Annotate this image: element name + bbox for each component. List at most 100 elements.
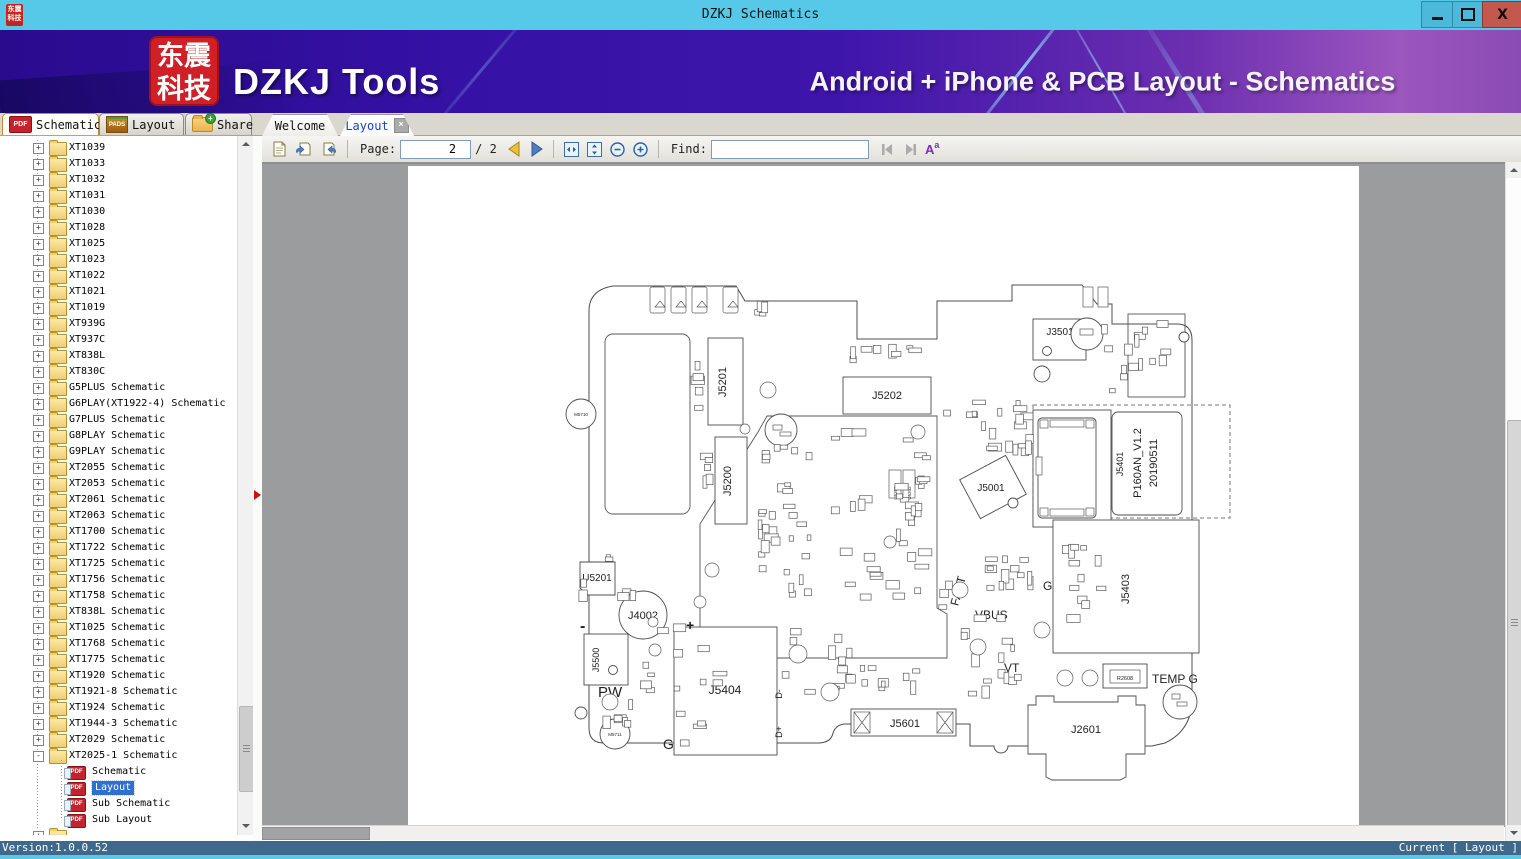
tree-expand-icon[interactable]: + — [33, 319, 44, 330]
tree-folder-row[interactable]: + XT838L Schematic — [0, 604, 237, 620]
tree-folder-label[interactable]: XT2055 Schematic — [69, 461, 165, 475]
tree-folder-row[interactable]: + XT1722 Schematic — [0, 540, 237, 556]
tree-expand-icon[interactable]: + — [33, 223, 44, 234]
tree-folder-row[interactable]: + XT2029 Schematic — [0, 732, 237, 748]
tree-folder-label[interactable]: XT1775 Schematic — [69, 653, 165, 667]
fit-width-button[interactable] — [561, 139, 582, 159]
tree-folder-label[interactable]: XT2061 Schematic — [69, 493, 165, 507]
tree-expand-icon[interactable]: + — [33, 159, 44, 170]
tree-folder-label[interactable]: XT1756 Schematic — [69, 573, 165, 587]
tree-document-label[interactable]: Sub Schematic — [92, 797, 170, 811]
viewer-vscrollbar-thumb[interactable] — [1507, 420, 1521, 826]
tree-expand-icon[interactable]: + — [33, 671, 44, 682]
tree-expand-icon[interactable]: + — [33, 719, 44, 730]
tree-folder-label[interactable]: XT1019 — [69, 301, 105, 315]
find-input[interactable] — [710, 139, 869, 159]
tree-folder-label[interactable]: XT1039 — [69, 141, 105, 155]
viewer-vscrollbar[interactable] — [1505, 162, 1521, 841]
tree-folder-row[interactable]: + XT1019 — [0, 300, 237, 316]
tree-scrollbar[interactable] — [237, 136, 254, 835]
tree-folder-label[interactable]: XT838L — [69, 349, 105, 363]
tree-folder-row[interactable]: + G5PLUS Schematic — [0, 380, 237, 396]
tree-folder-label[interactable]: XT1025 Schematic — [69, 621, 165, 635]
tree-expand-icon[interactable]: + — [33, 383, 44, 394]
tree-expand-icon[interactable]: + — [33, 255, 44, 266]
tree-folder-label[interactable]: XT1022 — [69, 269, 105, 283]
tree-folder-label[interactable]: XT1768 Schematic — [69, 637, 165, 651]
tree-document-label[interactable]: Sub Layout — [92, 813, 152, 827]
tree-expand-icon[interactable]: + — [33, 527, 44, 538]
splitter-collapse-icon[interactable] — [254, 490, 261, 500]
tree-expand-icon[interactable]: + — [33, 463, 44, 474]
tree-expand-icon[interactable]: + — [33, 511, 44, 522]
tree-folder-row[interactable]: + XT1725 Schematic — [0, 556, 237, 572]
tree-folder-row[interactable]: + XT1033 — [0, 156, 237, 172]
next-view-button[interactable] — [317, 139, 340, 159]
tab-share[interactable]: Share — [185, 113, 253, 135]
tree-folder-row[interactable]: + XT1920 Schematic — [0, 668, 237, 684]
tree-folder-row[interactable]: + G9PLAY Schematic — [0, 444, 237, 460]
tree-folder-label[interactable]: G5PLUS Schematic — [69, 381, 165, 395]
tree-folder-row[interactable]: + XT1032 — [0, 172, 237, 188]
tree-expand-icon[interactable]: + — [33, 271, 44, 282]
tree-folder-row[interactable]: + XT937C — [0, 332, 237, 348]
tree-folder-label[interactable]: XT1028 — [69, 221, 105, 235]
tree-expand-icon[interactable]: + — [33, 591, 44, 602]
tab-schematic[interactable]: PDF Schematic — [2, 113, 101, 135]
tab-layout[interactable]: PADS Layout — [99, 113, 184, 135]
tree-folder-label[interactable]: XT1025 — [69, 237, 105, 251]
tree-folder-row[interactable]: + XT1031 — [0, 188, 237, 204]
tree-folder-row[interactable]: + XT2061 Schematic — [0, 492, 237, 508]
tree-folder-label[interactable]: XT1023 — [69, 253, 105, 267]
tree-folder-label[interactable]: XT2029 Schematic — [69, 733, 165, 747]
viewer-hscrollbar-thumb[interactable] — [262, 827, 370, 840]
tree-folder-label[interactable]: XT1758 Schematic — [69, 589, 165, 603]
tree-expand-icon[interactable]: + — [33, 175, 44, 186]
tree-document-row[interactable]: PDF Layout — [0, 780, 237, 796]
viewer-scroll-up-icon[interactable] — [1506, 162, 1521, 178]
tree-expand-icon[interactable]: + — [33, 303, 44, 314]
tree-document-row[interactable]: PDF Sub Layout — [0, 812, 237, 828]
tree-folder-row[interactable]: + XT2063 Schematic — [0, 508, 237, 524]
tree-folder-row[interactable]: + XT2055 Schematic — [0, 460, 237, 476]
tree-folder-label[interactable]: G8PLAY Schematic — [69, 429, 165, 443]
tree-document-label-selected[interactable]: Layout — [90, 780, 136, 796]
copy-page-button[interactable] — [269, 139, 290, 159]
tree-folder-row[interactable]: + XT1921-8 Schematic — [0, 684, 237, 700]
tree-folder-row[interactable]: + XT1758 Schematic — [0, 588, 237, 604]
tree-folder-row[interactable]: + G7PLUS Schematic — [0, 412, 237, 428]
tree-folder-label[interactable]: XT1700 Schematic — [69, 525, 165, 539]
tree-document-row[interactable]: PDF Sub Schematic — [0, 796, 237, 812]
maximize-button[interactable] — [1452, 1, 1483, 28]
tree-expand-icon[interactable]: + — [33, 831, 44, 835]
tree-expand-icon[interactable]: + — [33, 559, 44, 570]
zoom-in-button[interactable] — [630, 139, 651, 159]
next-page-button[interactable] — [526, 139, 546, 159]
tree-folder-label[interactable]: G9PLAY Schematic — [69, 445, 165, 459]
tree-scrollbar-thumb[interactable] — [239, 706, 254, 792]
tree-folder-row[interactable]: + XT1028 — [0, 220, 237, 236]
document-page[interactable]: J5201 J5200 J5202 J3501 J5001 J5401 P160… — [408, 166, 1359, 827]
tree-scroll-down-icon[interactable] — [238, 818, 253, 834]
tree-folder-label[interactable]: XT1032 — [69, 173, 105, 187]
tree-expand-icon[interactable]: + — [33, 575, 44, 586]
tree-folder-row[interactable]: + G8PLAY Schematic — [0, 428, 237, 444]
tree-expand-icon[interactable]: + — [33, 335, 44, 346]
tree-folder-label[interactable]: XT838L Schematic — [69, 605, 165, 619]
tree-folder-row[interactable]: + XT830C — [0, 364, 237, 380]
tree-folder-row[interactable]: + XT1022 — [0, 268, 237, 284]
tree-expand-icon[interactable]: + — [33, 239, 44, 250]
prev-view-button[interactable] — [292, 139, 315, 159]
find-previous-icon[interactable] — [877, 139, 898, 159]
tree-folder-row[interactable]: + XT1775 Schematic — [0, 652, 237, 668]
tree-expand-icon[interactable]: + — [33, 495, 44, 506]
tree-folder-row[interactable]: + XT1039 — [0, 140, 237, 156]
tree-expand-icon[interactable]: + — [33, 655, 44, 666]
tree-expand-icon[interactable]: + — [33, 143, 44, 154]
tree-folder-row[interactable]: + XT1700 Schematic — [0, 524, 237, 540]
tree-expand-icon[interactable]: + — [33, 191, 44, 202]
tree-expand-icon[interactable]: + — [33, 207, 44, 218]
tree-folder-label[interactable]: XT1031 — [69, 189, 105, 203]
tree-folder-row[interactable]: + XT1944-3 Schematic — [0, 716, 237, 732]
tree-document-row[interactable]: PDF Schematic — [0, 764, 237, 780]
